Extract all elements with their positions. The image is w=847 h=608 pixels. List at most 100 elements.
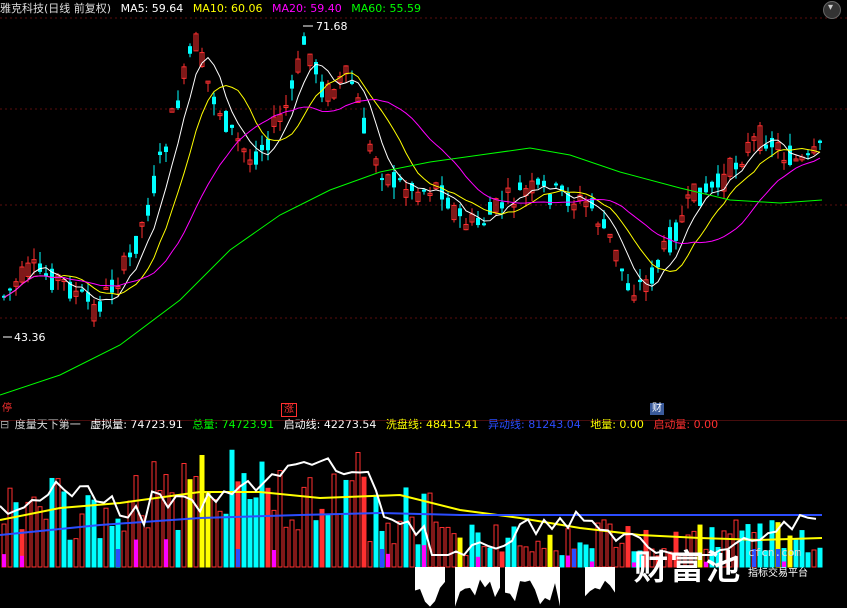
candle-down [290,80,294,89]
volume-bar-up [301,486,307,568]
event-marker-stop[interactable]: 停 [0,403,14,415]
candle-down [422,189,426,192]
volume-bar-up [151,461,157,568]
candle-down [80,289,84,292]
volume-bar-down [253,497,259,568]
candle-down [710,181,714,188]
volume-bar-start [319,508,325,568]
candle-down [302,36,306,45]
volume-bar-up [463,555,469,568]
candle-down [500,202,504,209]
white-spike-group [415,567,445,607]
volume-bar-up [127,500,133,568]
watermark-url: cfcn.com [748,546,801,559]
volume-bar-up [283,526,289,568]
volume-bar-magenta [2,554,6,567]
volume-bar-down [343,479,349,568]
candle-down [626,283,630,291]
candle-down [230,124,234,128]
volume-bar-up [493,524,499,568]
volume-bar-start [361,476,367,568]
watermark-slogan: 指标交易平台 [748,568,808,579]
candle-down [224,111,228,132]
candle-down [818,140,822,143]
volume-bar-floor [205,492,211,568]
volume-bar-up [307,477,313,568]
ma5-value: MA5: 59.64 [120,2,184,15]
candle-down [398,178,402,181]
candle-down [152,175,156,194]
volume-bar-up [7,487,13,568]
volume-bar-magenta [272,550,276,567]
volume-bar-up [613,546,619,568]
price-chart[interactable]: 71.68 43.36 [0,0,847,420]
volume-bar-up [295,529,301,568]
candle-down [650,267,654,284]
candle-down [656,259,660,268]
candle-down [518,182,522,191]
volume-bar-magenta [476,556,480,567]
volume-bar-down [373,494,379,568]
candle-down [620,268,624,272]
event-marker-limit-up[interactable]: 涨 [281,403,297,417]
volume-bar-up [553,550,559,568]
candle-down [638,279,642,283]
volume-bar-blue [572,549,576,567]
low-price-label: 43.36 [14,331,46,344]
candle-down [698,187,702,206]
volume-bar-up [181,463,187,568]
volume-bar-up [121,530,127,568]
volume-bar-up [445,526,451,568]
event-marker-finance[interactable]: 财 [650,403,664,415]
volume-bar-up [517,545,523,568]
high-price-label: 71.68 [316,20,348,33]
candle-down [260,144,264,151]
ma10-value: MA10: 60.06 [192,2,263,15]
volume-bar-up [337,513,343,568]
white-spike-group [505,567,560,607]
candle-down [536,178,540,185]
volume-bar-up [37,506,43,568]
volume-bar-down [577,542,583,568]
volume-bar-up [535,540,541,568]
volume-bar-up [79,513,85,568]
volume-bar-up [541,547,547,568]
candle-down [8,288,12,291]
candle-down [98,301,102,312]
volume-bar-up [211,499,217,568]
volume-bar-down [223,513,229,568]
watermark-logo: 财富池 cfcn.com 指标交易平台 [622,538,822,588]
volume-bar-down [247,499,253,568]
volume-bar-down [313,520,319,568]
volume-bar-up [103,507,109,568]
volume-bar-up [55,478,61,568]
volume-bar-floor [547,534,553,568]
volume-bar-up [25,501,31,568]
white-spike-group [455,567,500,607]
candle-down [806,153,810,156]
volume-bar-down [403,487,409,568]
volume-bar-up [349,480,355,568]
candle-down [602,219,606,229]
volume-bar-up [355,452,361,568]
volume-bar-blue [380,549,384,567]
volume-bar-down [97,538,103,568]
candle-down [488,202,492,215]
volume-bar-up [367,541,373,568]
candle-down [164,146,168,153]
volume-bar-up [145,527,151,568]
chart-title: 雅克科技(日线 前复权) [0,2,112,15]
volume-bar-magenta [590,561,594,567]
window-menu-icon[interactable] [823,1,841,19]
volume-bar-down [325,513,331,568]
volume-bar-up [523,546,529,568]
volume-bar-up [529,551,535,568]
volume-bar-up [289,519,295,568]
candle-down [716,173,720,188]
volume-bar-magenta [566,555,570,567]
watermark-brand: 财富池 [634,548,742,588]
volume-bar-magenta [386,553,390,567]
volume-bar-down [109,525,115,568]
candle-down [266,138,270,151]
volume-bar-up [157,490,163,568]
